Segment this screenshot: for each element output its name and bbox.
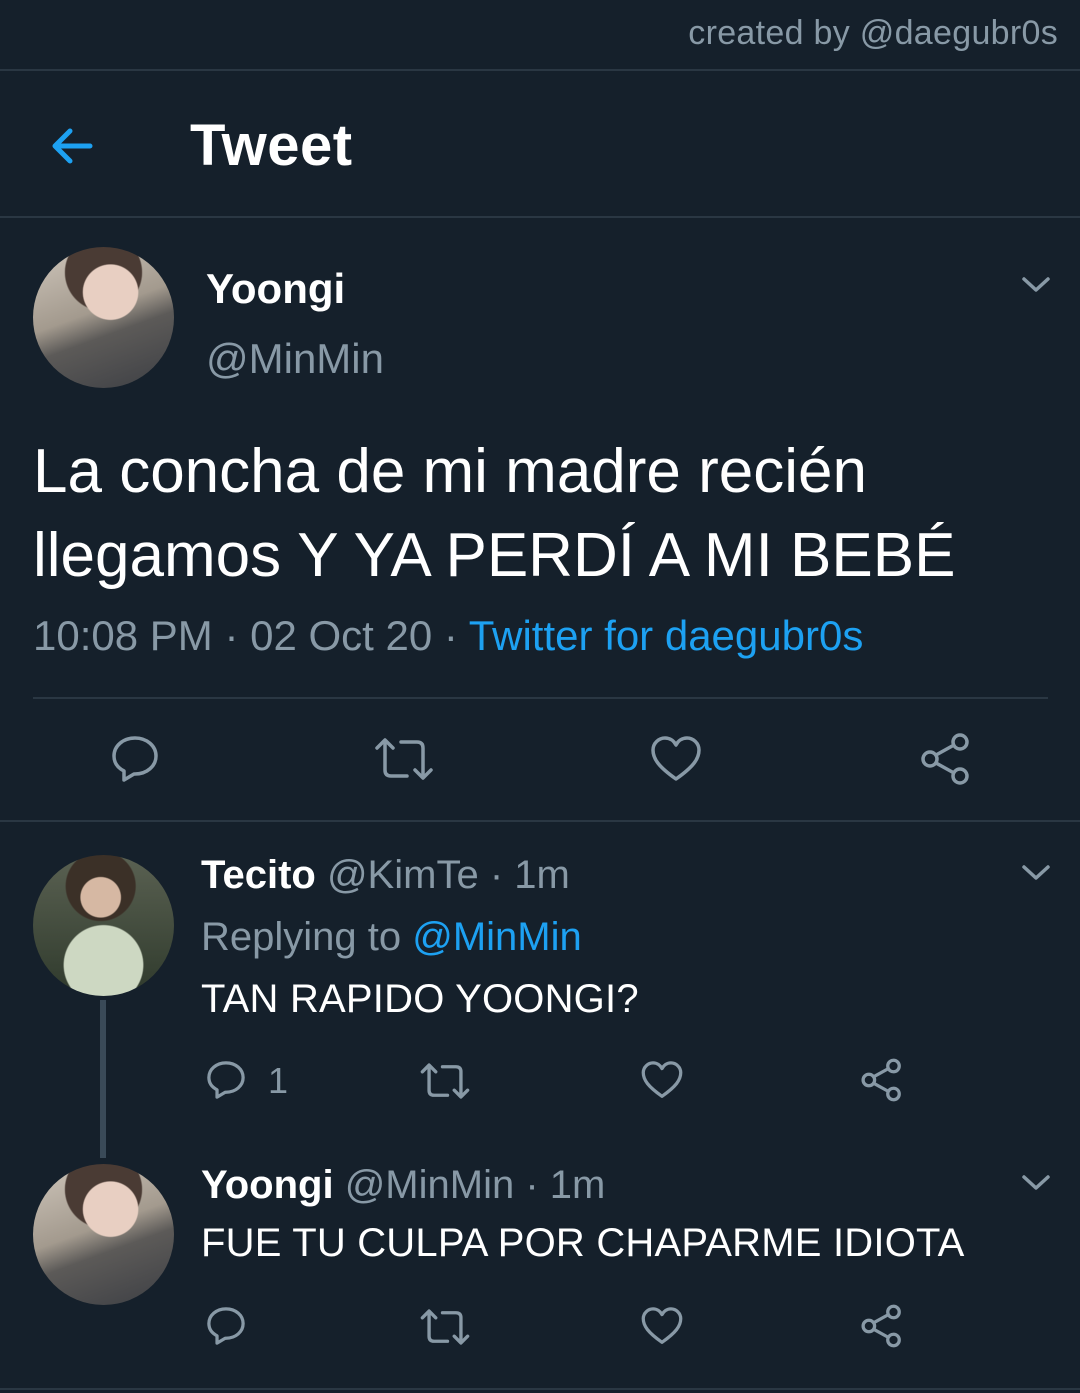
avatar[interactable]: [33, 1164, 174, 1305]
mention-link[interactable]: @MinMin: [412, 915, 582, 959]
avatar[interactable]: [33, 247, 174, 388]
heart-icon: [641, 1307, 683, 1344]
tweet-source-link[interactable]: Twitter for daegubr0s: [469, 612, 864, 659]
share-icon: [921, 733, 969, 785]
retweet-icon: [420, 1063, 470, 1099]
replying-prefix: Replying to: [201, 915, 413, 959]
separator: ·: [432, 612, 469, 659]
tweet-date: 02 Oct 20: [250, 612, 433, 659]
retweet-button[interactable]: [373, 734, 435, 784]
heart-icon: [641, 1061, 683, 1098]
divider: [0, 216, 1080, 218]
share-button[interactable]: [859, 1303, 905, 1349]
replying-to: Replying to @MinMin: [201, 915, 582, 960]
author-name[interactable]: Yoongi: [201, 1163, 334, 1207]
chevron-down-icon[interactable]: [1021, 276, 1051, 294]
tweet-time: 10:08 PM: [33, 612, 213, 659]
reply-icon: [207, 1061, 245, 1099]
tweet-text: La concha de mi madre recién llegamos Y …: [33, 437, 956, 590]
reply-button[interactable]: [204, 1304, 248, 1348]
retweet-button[interactable]: [419, 1060, 471, 1102]
retweet-button[interactable]: [419, 1306, 471, 1348]
avatar[interactable]: [33, 855, 174, 996]
tweet-meta: 10:08 PM · 02 Oct 20 · Twitter for daegu…: [33, 612, 863, 660]
reply-time: · 1m: [478, 853, 570, 897]
divider: [0, 820, 1080, 822]
reply-header: Yoongi @MinMin · 1m: [201, 1163, 605, 1208]
like-button[interactable]: [640, 1058, 684, 1102]
separator: ·: [212, 612, 251, 659]
share-button[interactable]: [859, 1057, 905, 1103]
reply-text: TAN RAPIDO YOONGI?: [201, 977, 639, 1021]
reply-text: FUE TU CULPA POR CHAPARME IDIOTA: [201, 1221, 965, 1265]
divider: [33, 697, 1048, 699]
back-arrow-icon[interactable]: [46, 118, 102, 174]
like-button[interactable]: [640, 1304, 684, 1348]
like-button[interactable]: [649, 733, 703, 785]
retweet-icon: [420, 1309, 470, 1345]
share-icon: [861, 1304, 901, 1348]
reply-icon: [207, 1307, 245, 1345]
heart-icon: [651, 736, 701, 781]
reply-header: Tecito @KimTe · 1m: [201, 853, 570, 898]
reply-icon: [112, 736, 158, 782]
share-icon: [861, 1058, 901, 1102]
retweet-icon: [375, 738, 433, 780]
share-button[interactable]: [918, 732, 974, 786]
author-handle[interactable]: @KimTe: [327, 853, 479, 897]
reply-button[interactable]: [204, 1058, 248, 1102]
chevron-down-icon[interactable]: [1021, 864, 1051, 882]
author-name[interactable]: Tecito: [201, 853, 316, 897]
author-handle[interactable]: @MinMin: [345, 1163, 515, 1207]
author-handle[interactable]: @MinMin: [206, 335, 384, 383]
divider: [0, 69, 1080, 71]
thread-line: [100, 1000, 106, 1158]
page-title: Tweet: [190, 113, 353, 178]
chevron-down-icon[interactable]: [1021, 1174, 1051, 1192]
reply-button[interactable]: [108, 732, 162, 786]
reply-count: 1: [268, 1060, 289, 1101]
watermark: created by @daegubr0s: [688, 14, 1058, 52]
reply-time: · 1m: [514, 1163, 606, 1207]
author-name[interactable]: Yoongi: [206, 265, 345, 313]
divider: [0, 1388, 1080, 1390]
